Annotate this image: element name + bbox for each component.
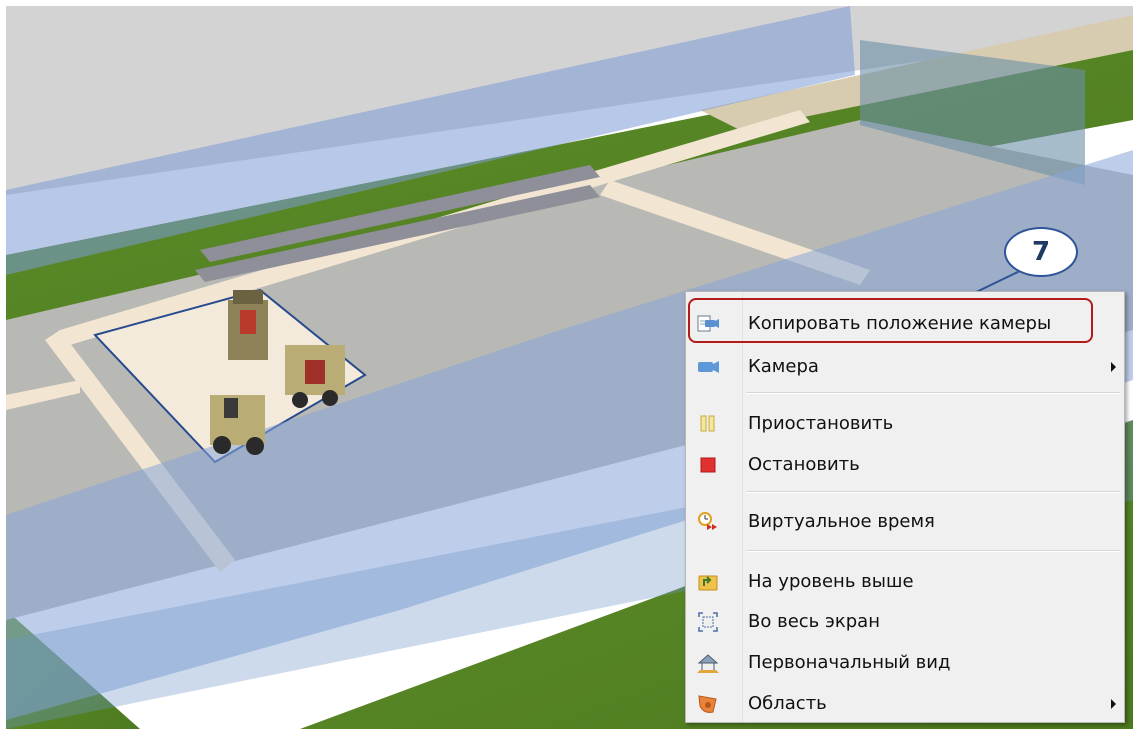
highlight-frame — [688, 298, 1093, 343]
menu-item-pause[interactable]: Приостановить — [686, 404, 1124, 444]
submenu-arrow-icon — [1111, 699, 1116, 709]
menu-item-camera[interactable]: Камера — [686, 347, 1124, 387]
menu-item-label: Приостановить — [748, 413, 894, 434]
menu-item-area[interactable]: Область — [686, 684, 1124, 724]
level-up-icon — [698, 575, 718, 591]
menu-separator — [746, 550, 1120, 552]
stop-icon — [700, 457, 716, 473]
context-menu: Копировать положение камеры Камера Приос… — [685, 291, 1125, 723]
menu-item-label: Во весь экран — [748, 611, 880, 632]
menu-item-label: Первоначальный вид — [748, 652, 951, 673]
menu-item-virtual-time[interactable]: Виртуальное время — [686, 502, 1124, 542]
fullscreen-icon — [698, 612, 718, 632]
menu-item-label: Виртуальное время — [748, 511, 935, 532]
menu-separator — [746, 392, 1120, 394]
menu-item-label: Область — [748, 693, 827, 714]
menu-separator — [746, 491, 1120, 493]
menu-item-level-up[interactable]: На уровень выше — [686, 562, 1124, 602]
menu-item-fullscreen[interactable]: Во весь экран — [686, 602, 1124, 642]
submenu-arrow-icon — [1111, 362, 1116, 372]
area-icon — [698, 695, 717, 713]
menu-item-label: На уровень выше — [748, 571, 914, 592]
virtual-time-icon — [698, 512, 717, 530]
menu-item-label: Остановить — [748, 454, 860, 475]
home-view-icon — [697, 654, 719, 673]
camera-icon — [698, 361, 719, 373]
menu-item-stop[interactable]: Остановить — [686, 445, 1124, 485]
pause-icon — [700, 415, 715, 432]
menu-item-label: Камера — [748, 356, 819, 377]
menu-item-initial-view[interactable]: Первоначальный вид — [686, 643, 1124, 683]
callout-number-badge: 7 — [1004, 227, 1078, 277]
